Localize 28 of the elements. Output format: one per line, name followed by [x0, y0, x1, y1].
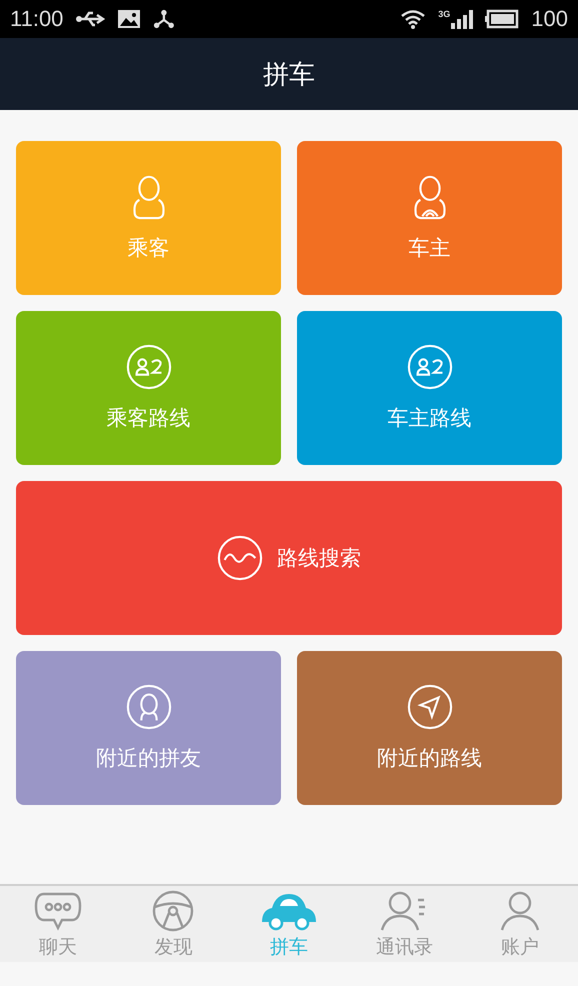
battery-icon — [485, 9, 520, 29]
menu-tile[interactable]: 路线搜索 — [16, 481, 562, 635]
tab[interactable]: 账户 — [462, 886, 578, 962]
share-icon — [153, 9, 176, 29]
route-icon — [126, 344, 172, 390]
tab[interactable]: 聊天 — [0, 886, 116, 962]
menu-tile[interactable]: 乘客 — [16, 141, 281, 295]
image-icon — [117, 9, 142, 29]
tab[interactable]: 通讯录 — [346, 886, 462, 962]
battery-level: 100 — [531, 6, 568, 32]
menu-tile[interactable]: 车主 — [297, 141, 562, 295]
person-icon — [126, 684, 172, 730]
tab[interactable]: 发现 — [116, 886, 232, 962]
signal-icon — [451, 9, 474, 29]
chat-icon — [34, 890, 82, 932]
page-title: 拼车 — [263, 58, 315, 92]
menu-tile[interactable]: 附近的路线 — [297, 651, 562, 805]
wifi-icon — [400, 9, 426, 29]
tab[interactable]: 拼车 — [231, 886, 347, 962]
menu-tile[interactable]: 乘客路线 — [16, 311, 281, 465]
wave-icon — [217, 535, 263, 581]
network-type: 3G — [438, 9, 450, 19]
usb-icon — [75, 9, 106, 29]
menu-tile[interactable]: 附近的拼友 — [16, 651, 281, 805]
status-time: 11:00 — [10, 6, 64, 32]
menu-tile[interactable]: 车主路线 — [297, 311, 562, 465]
navigation-icon — [406, 684, 452, 730]
route-icon — [406, 344, 452, 390]
